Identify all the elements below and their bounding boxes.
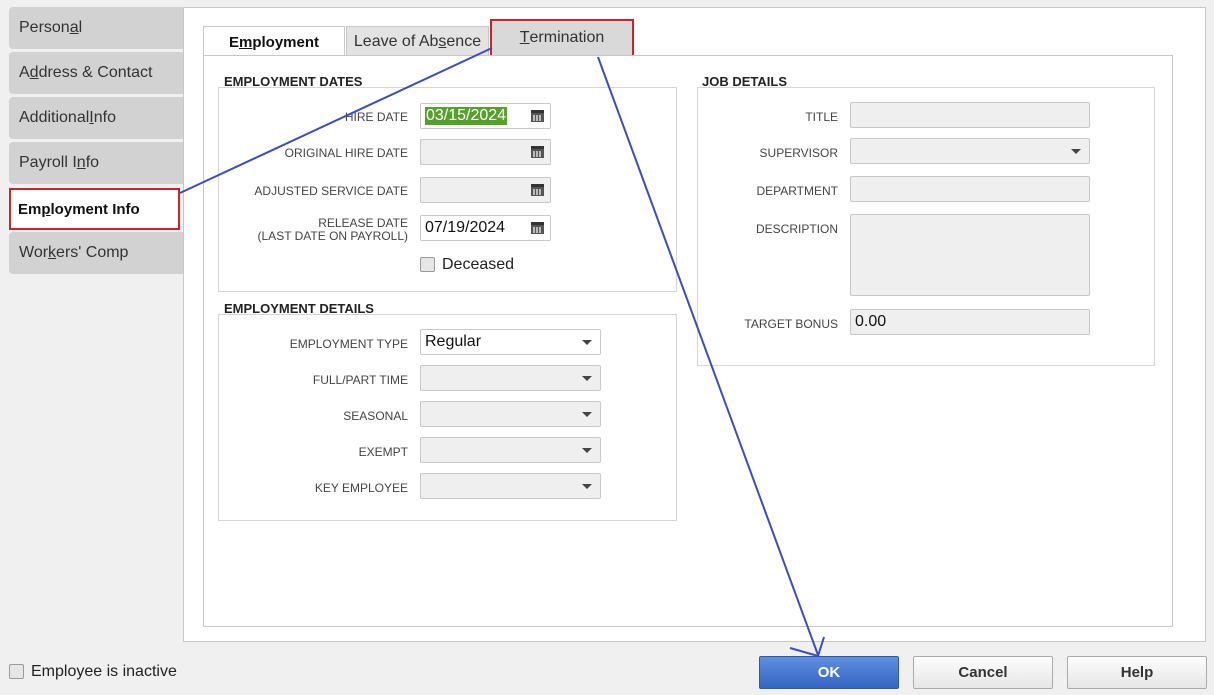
sidebar-item-workers-comp[interactable]: Wor k ers' Comp	[9, 232, 183, 274]
adjusted-service-date-label: ADJUSTED SERVICE DATE	[254, 184, 408, 198]
full-part-time-label: FULL/PART TIME	[312, 373, 408, 387]
chevron-down-icon	[582, 484, 592, 489]
release-date-label: RELEASE DATE	[318, 216, 408, 230]
target-bonus-value: 0.00	[855, 313, 887, 330]
sidebar-item-label: nfo	[93, 109, 116, 126]
sidebar-item-label: Additional	[19, 109, 90, 126]
description-label: DESCRIPTION	[755, 222, 838, 236]
adjusted-service-date-field[interactable]	[420, 177, 551, 203]
tab-label: Leave of Ab	[353, 32, 439, 50]
cancel-button[interactable]: Cancel	[913, 656, 1053, 689]
tab-label: ployment	[252, 33, 320, 51]
description-textarea[interactable]	[850, 214, 1090, 296]
supervisor-label: SUPERVISOR	[759, 146, 838, 160]
employee-inactive-label: Employee is inactive	[31, 663, 177, 680]
calendar-icon[interactable]	[531, 184, 544, 196]
calendar-icon[interactable]	[531, 110, 544, 122]
chevron-down-icon	[582, 412, 592, 417]
sidebar-item-label: dress & Contact	[38, 64, 153, 81]
sidebar-item-label: Em	[18, 200, 42, 218]
tab-label: ermination	[529, 29, 605, 46]
tab-employment[interactable]: Em ployment	[203, 26, 345, 57]
sidebar-item-label: A	[19, 64, 30, 81]
original-hire-date-field[interactable]	[420, 139, 551, 165]
target-bonus-field[interactable]: 0.00	[850, 309, 1090, 335]
chevron-down-icon	[582, 340, 592, 345]
tab-termination[interactable]: Termination	[490, 19, 634, 57]
job-title-field[interactable]	[850, 102, 1090, 128]
employment-type-value: Regular	[425, 333, 482, 350]
sidebar-item-label-mnemonic: p	[41, 200, 51, 218]
exempt-label: EXEMPT	[358, 445, 408, 459]
sidebar-item-label: Payroll I	[19, 154, 77, 171]
seasonal-select[interactable]	[420, 401, 601, 427]
release-date-field[interactable]: 07/19/2024	[420, 215, 551, 241]
sidebar-item-label-mnemonic: k	[48, 244, 57, 261]
target-bonus-label: TARGET BONUS	[744, 317, 838, 331]
calendar-icon[interactable]	[531, 222, 544, 234]
employment-type-select[interactable]: Regular	[420, 329, 601, 355]
chevron-down-icon	[582, 376, 592, 381]
key-employee-select[interactable]	[420, 473, 601, 499]
sidebar: Person a l Ad dress & Contact Additional In…	[0, 0, 183, 640]
seasonal-label: SEASONAL	[343, 409, 408, 423]
exempt-select[interactable]	[420, 437, 601, 463]
tab-label: ence	[446, 32, 482, 50]
supervisor-select[interactable]	[850, 138, 1090, 164]
department-field[interactable]	[850, 176, 1090, 202]
hire-date-field[interactable]: 03/15/2024	[420, 103, 551, 129]
chevron-down-icon	[1071, 149, 1081, 154]
sidebar-item-label: Person	[19, 19, 70, 36]
sidebar-item-address-contact[interactable]: Ad dress & Contact	[9, 52, 183, 94]
hire-date-value: 03/15/2024	[425, 107, 508, 125]
employee-inactive-checkbox[interactable]	[9, 664, 24, 679]
original-hire-date-label: ORIGINAL HIRE DATE	[284, 146, 408, 160]
tab-label: E	[228, 33, 239, 51]
calendar-icon[interactable]	[531, 146, 544, 158]
sidebar-item-label: l	[78, 19, 83, 36]
sidebar-item-additional-info[interactable]: Additional Info	[9, 97, 183, 139]
sidebar-item-employment-info[interactable]: Em p loyment Info	[9, 188, 180, 230]
release-date-value: 07/19/2024	[425, 219, 506, 236]
full-part-time-select[interactable]	[420, 365, 601, 391]
sidebar-item-personal[interactable]: Person a l	[9, 7, 183, 49]
employment-type-label: EMPLOYMENT TYPE	[289, 337, 408, 351]
tab-label-mnemonic: s	[438, 32, 447, 50]
release-date-sublabel: (LAST DATE ON PAYROLL)	[257, 229, 408, 243]
deceased-label: Deceased	[442, 256, 515, 273]
tab-label-mnemonic: m	[238, 33, 253, 51]
help-button[interactable]: Help	[1067, 656, 1207, 689]
deceased-checkbox[interactable]	[420, 257, 435, 272]
sidebar-item-label-mnemonic: d	[29, 64, 39, 81]
tab-label-mnemonic: T	[519, 29, 530, 46]
job-title-label: TITLE	[805, 110, 838, 124]
sidebar-item-label: fo	[85, 154, 100, 171]
sidebar-item-label: ers' Comp	[56, 244, 129, 261]
tab-leave-of-absence[interactable]: Leave of Ab s ence	[346, 26, 489, 56]
hire-date-label: HIRE DATE	[344, 110, 408, 124]
sidebar-item-payroll-info[interactable]: Payroll In fo	[9, 142, 183, 184]
sidebar-item-label-mnemonic: n	[76, 154, 86, 171]
key-employee-label: KEY EMPLOYEE	[314, 481, 408, 495]
sidebar-item-label: Wor	[19, 244, 49, 261]
sidebar-item-label: loyment Info	[50, 200, 140, 218]
chevron-down-icon	[582, 448, 592, 453]
ok-button[interactable]: OK	[759, 656, 899, 689]
sidebar-item-label-mnemonic: a	[69, 19, 79, 36]
department-label: DEPARTMENT	[756, 184, 838, 198]
